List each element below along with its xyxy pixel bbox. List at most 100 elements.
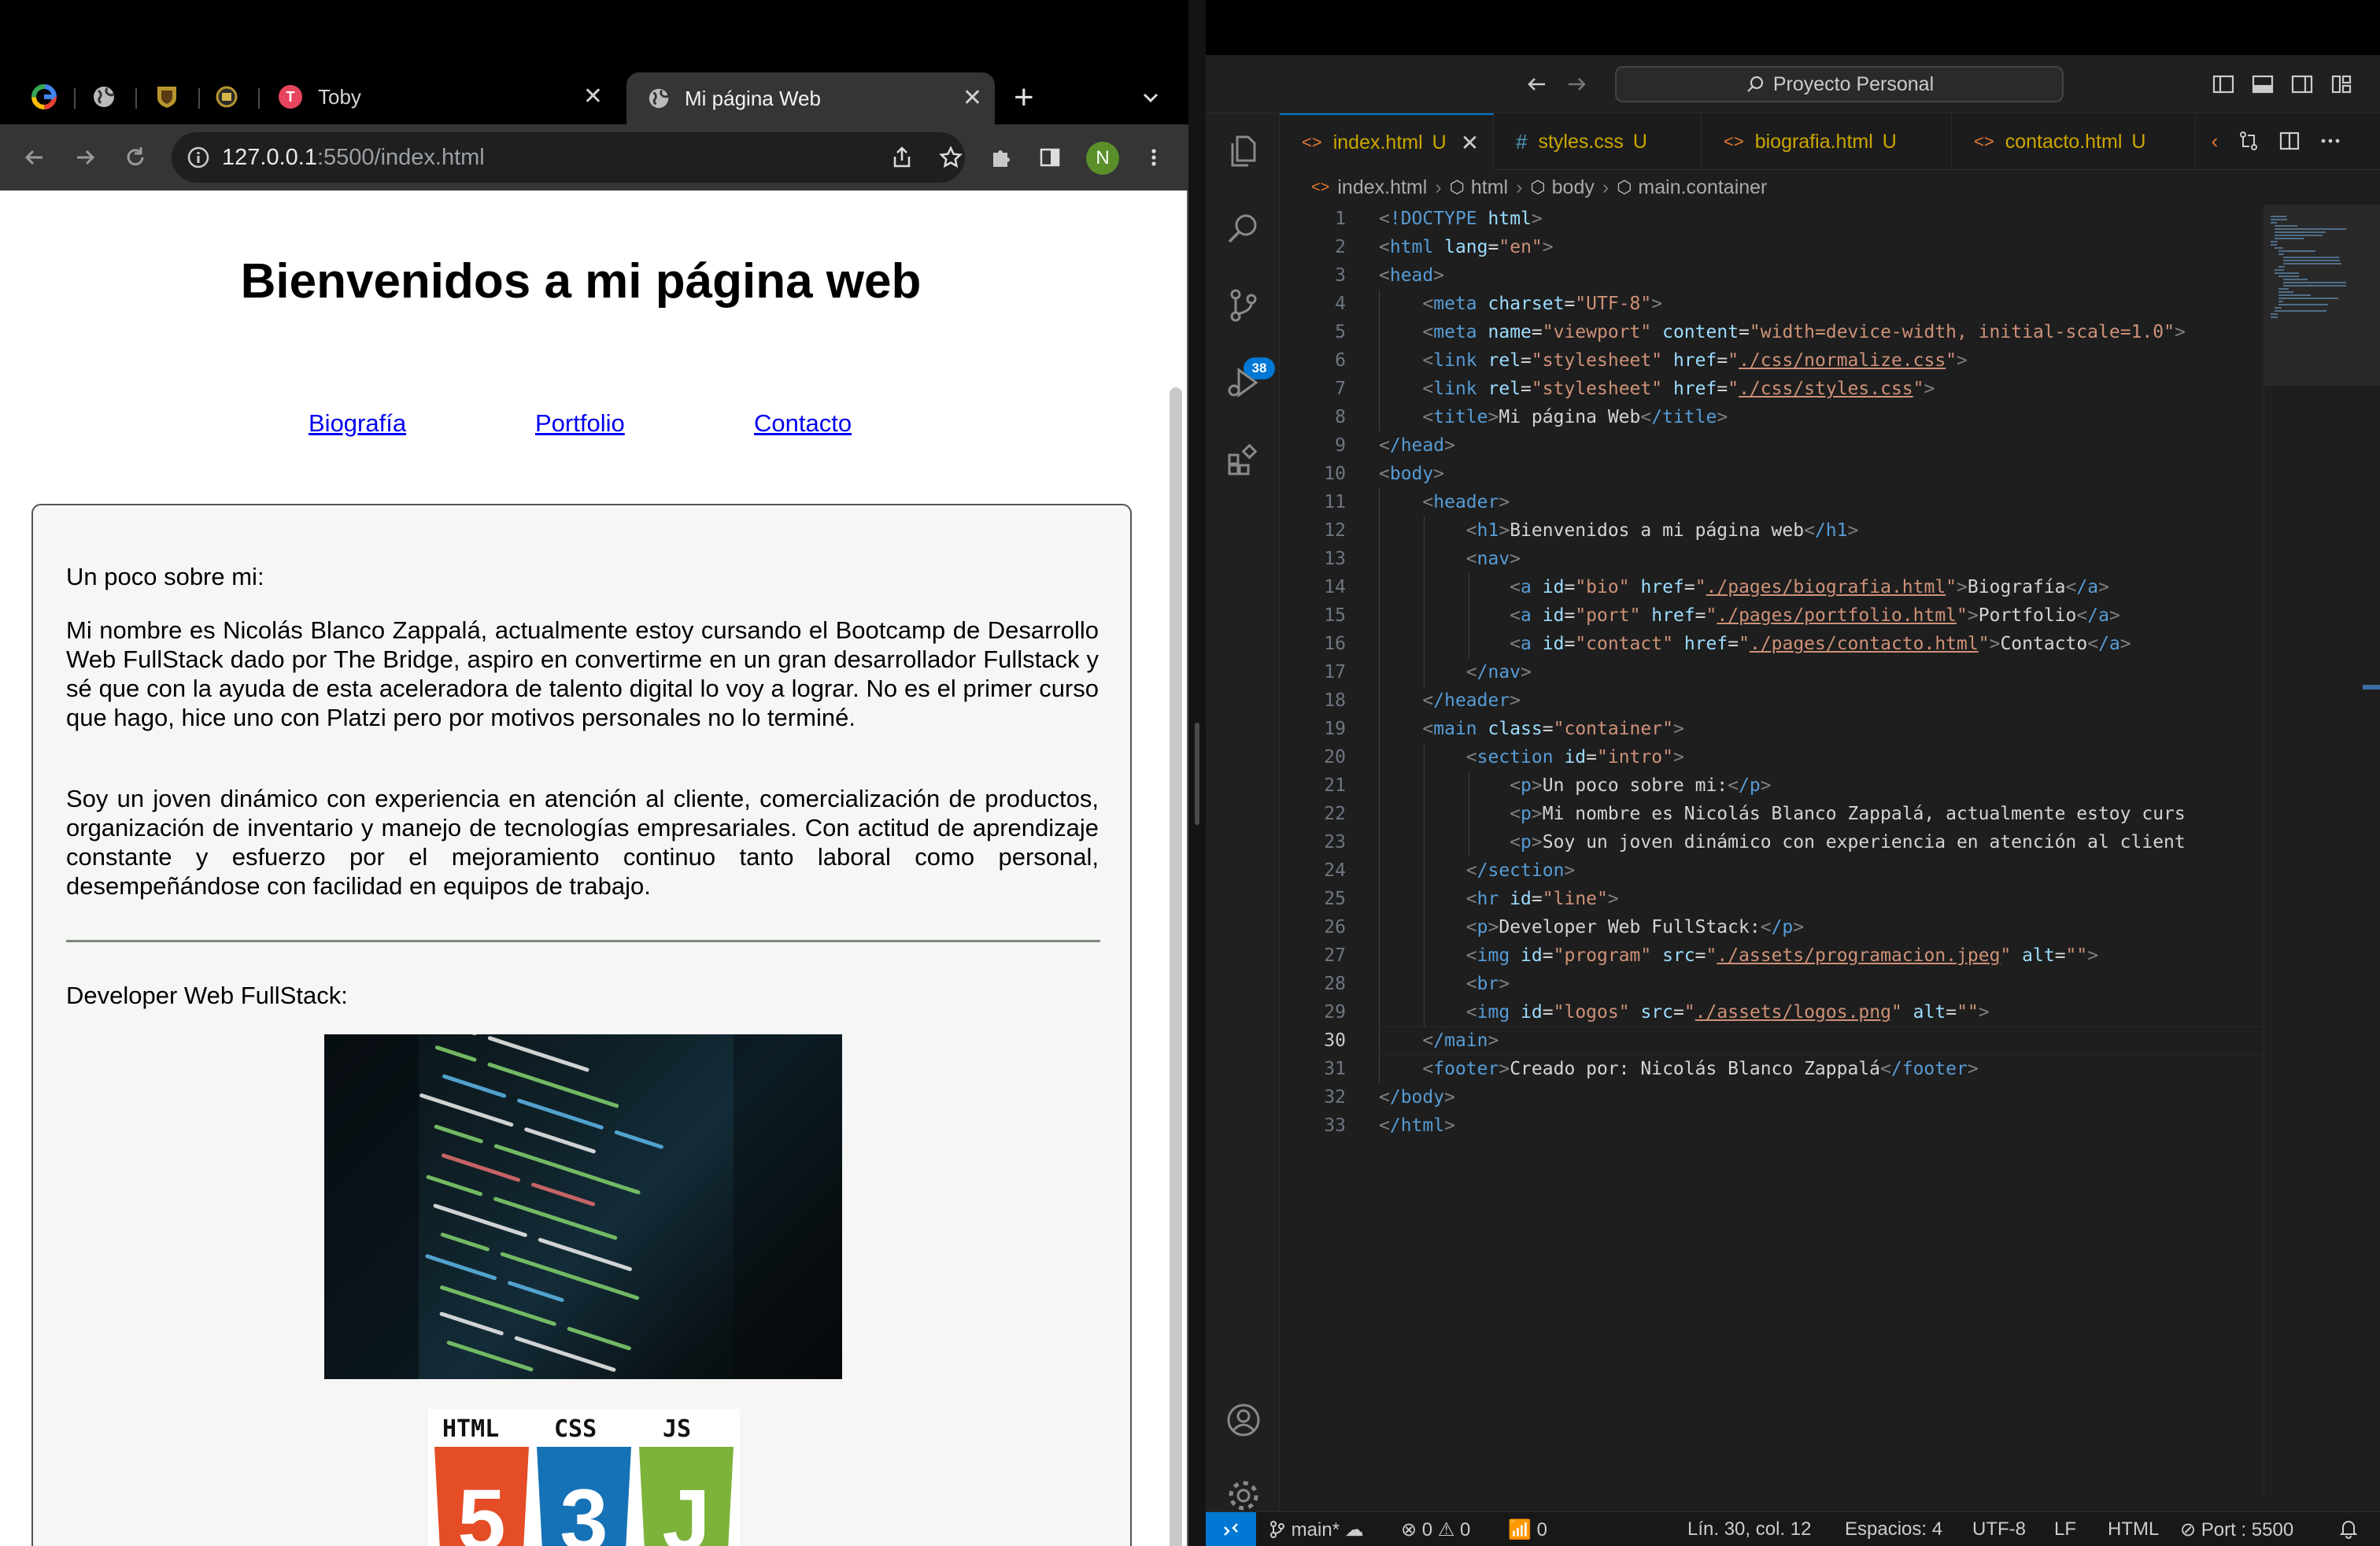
indentation[interactable]: Espacios: 4 xyxy=(1845,1518,1942,1540)
code-line[interactable]: 5 <meta name="viewport" content="width=d… xyxy=(1280,318,2186,346)
close-tab-icon[interactable]: ✕ xyxy=(583,85,603,109)
problems-status[interactable]: ⊗ 0 ⚠ 0 xyxy=(1401,1518,1470,1541)
pinned-tab-google[interactable] xyxy=(28,79,60,115)
code-line[interactable]: 6 <link rel="stylesheet" href="./css/nor… xyxy=(1280,346,1968,375)
site-info-icon[interactable] xyxy=(186,145,211,170)
toggle-primary-sidebar[interactable] xyxy=(2210,71,2237,98)
accounts-button[interactable] xyxy=(1221,1398,1266,1442)
code-line[interactable]: 16 <a id="contact" href="./pages/contact… xyxy=(1280,630,2131,658)
code-line[interactable]: 25 <hr id="line"> xyxy=(1280,885,1618,913)
code-line[interactable]: 22 <p>Mi nombre es Nicolás Blanco Zappal… xyxy=(1280,800,2185,828)
pinned-tab-badge[interactable] xyxy=(211,79,242,115)
page-scrollbar[interactable] xyxy=(1170,387,1182,1546)
code-line[interactable]: 4 <meta charset="UTF-8"> xyxy=(1280,290,1662,318)
minimap[interactable] xyxy=(2264,205,2380,1496)
cursor-position[interactable]: Lín. 30, col. 12 xyxy=(1687,1518,1811,1540)
code-line[interactable]: 8 <title>Mi página Web</title> xyxy=(1280,403,1728,431)
toggle-secondary-sidebar[interactable] xyxy=(2289,71,2315,98)
code-line[interactable]: 33 </html> xyxy=(1280,1111,1455,1140)
end-of-line[interactable]: LF xyxy=(2054,1518,2076,1540)
side-panel-button[interactable] xyxy=(1033,140,1067,175)
nav-link-contacto[interactable]: Contacto xyxy=(754,409,852,438)
code-line[interactable]: 31 <footer>Creado por: Nicolás Blanco Za… xyxy=(1280,1055,1978,1083)
code-line[interactable]: 30 </main> xyxy=(1280,1026,1499,1055)
branch-status[interactable]: main* ☁ xyxy=(1269,1518,1364,1541)
run-debug-view[interactable] xyxy=(1221,361,1266,405)
code-line[interactable]: 29 <img id="logos" src="./assets/logos.p… xyxy=(1280,998,1989,1026)
search-view[interactable] xyxy=(1221,206,1266,250)
code-line[interactable]: 3 <head> xyxy=(1280,261,1444,290)
command-center[interactable]: Proyecto Personal xyxy=(1615,66,2064,102)
pinned-tab-crest[interactable] xyxy=(151,79,183,115)
pinned-tab-web[interactable] xyxy=(88,79,120,115)
compare-changes-button[interactable] xyxy=(2235,128,2262,154)
explorer-view[interactable] xyxy=(1221,129,1266,173)
code-line[interactable]: 20 <section id="intro"> xyxy=(1280,743,1684,771)
code-line[interactable]: 28 <br> xyxy=(1280,970,1510,998)
reload-button[interactable] xyxy=(118,140,153,175)
go-forward-button[interactable] xyxy=(1563,71,1590,98)
code-line[interactable]: 26 <p>Developer Web FullStack:</p> xyxy=(1280,913,1804,941)
code-line[interactable]: 19 <main class="container"> xyxy=(1280,715,1684,743)
language-mode[interactable]: HTML xyxy=(2108,1518,2159,1540)
code-line[interactable]: 21 <p>Un poco sobre mi:</p> xyxy=(1280,771,1771,800)
code-line[interactable]: 17 </nav> xyxy=(1280,658,1532,686)
code-line[interactable]: 18 </header> xyxy=(1280,686,1521,715)
ports-status[interactable]: 📶 0 xyxy=(1508,1518,1547,1541)
new-tab-button[interactable]: + xyxy=(1014,80,1034,115)
close-icon[interactable]: ✕ xyxy=(1461,130,1479,156)
tab-index-html[interactable]: <> index.html U ✕ xyxy=(1280,113,1494,170)
source-control-view[interactable] xyxy=(1221,283,1266,327)
nav-link-portfolio[interactable]: Portfolio xyxy=(535,409,625,438)
code-line[interactable]: 2 <html lang="en"> xyxy=(1280,233,1554,261)
tab-contacto-html[interactable]: <> contacto.html U xyxy=(1952,113,2196,170)
go-back-button[interactable] xyxy=(1524,71,1550,98)
code-line[interactable]: 27 <img id="program" src="./assets/progr… xyxy=(1280,941,2098,970)
tab-styles-css[interactable]: # styles.css U xyxy=(1494,113,1702,170)
code-line[interactable]: 23 <p>Soy un joven dinámico con experien… xyxy=(1280,828,2185,856)
breadcrumb-file[interactable]: index.html xyxy=(1337,176,1427,199)
back-button[interactable] xyxy=(17,140,52,175)
encoding[interactable]: UTF-8 xyxy=(1972,1518,2026,1540)
tab-search-button[interactable] xyxy=(1140,87,1162,109)
forward-button[interactable] xyxy=(68,140,102,175)
notifications-button[interactable] xyxy=(2339,1518,2358,1544)
code-line[interactable]: 12 <h1>Bienvenidos a mi página web</h1> xyxy=(1280,516,1858,545)
split-resize-handle[interactable] xyxy=(1195,723,1199,825)
code-line[interactable]: 15 <a id="port" href="./pages/portfolio.… xyxy=(1280,601,2120,630)
more-tabs-indicator[interactable]: ‹ xyxy=(2205,128,2224,154)
editor-more-actions[interactable] xyxy=(2317,128,2344,154)
toggle-panel[interactable] xyxy=(2249,71,2276,98)
tab-biografia-html[interactable]: <> biografia.html U xyxy=(1702,113,1952,170)
code-line[interactable]: 1 <!DOCTYPE html> xyxy=(1280,205,1543,233)
share-button[interactable] xyxy=(885,140,919,175)
code-line[interactable]: 14 <a id="bio" href="./pages/biografia.h… xyxy=(1280,573,2109,601)
code-line[interactable]: 13 <nav> xyxy=(1280,545,1521,573)
remote-indicator[interactable] xyxy=(1206,1512,1256,1546)
profile-avatar[interactable]: N xyxy=(1086,142,1119,175)
code-line[interactable]: 32 </body> xyxy=(1280,1083,1455,1111)
tab-mi-pagina-web[interactable]: Mi página Web ✕ xyxy=(626,72,995,124)
code-line[interactable]: 24 </section> xyxy=(1280,856,1575,885)
page-nav: Biografía Portfolio Contacto xyxy=(0,409,1162,449)
tab-separator xyxy=(74,88,76,109)
code-line[interactable]: 11 <header> xyxy=(1280,488,1510,516)
breadcrumb-body[interactable]: body xyxy=(1552,176,1595,199)
extensions-button[interactable] xyxy=(984,140,1018,175)
breadcrumb-html[interactable]: html xyxy=(1471,176,1508,199)
close-tab-icon[interactable]: ✕ xyxy=(963,87,982,110)
code-line[interactable]: 9 </head> xyxy=(1280,431,1455,460)
customize-layout[interactable] xyxy=(2328,71,2355,98)
bookmark-button[interactable] xyxy=(933,140,968,175)
code-editor[interactable]: 1 <!DOCTYPE html> 2 <html lang="en"> 3 <head>… xyxy=(1280,205,2264,1496)
extensions-view[interactable] xyxy=(1221,438,1266,482)
address-bar[interactable]: 127.0.0.1:5500/index.html xyxy=(172,132,965,183)
breadcrumb-main[interactable]: main.container xyxy=(1638,176,1767,199)
code-line[interactable]: 7 <link rel="stylesheet" href="./css/sty… xyxy=(1280,375,1935,403)
split-editor-button[interactable] xyxy=(2276,128,2303,154)
nav-link-biografia[interactable]: Biografía xyxy=(309,409,406,438)
browser-menu-button[interactable] xyxy=(1136,140,1171,175)
live-server-status[interactable]: ⊘ Port : 5500 xyxy=(2180,1518,2293,1541)
tab-toby[interactable]: T Toby ✕ xyxy=(271,79,615,115)
code-line[interactable]: 10 <body> xyxy=(1280,460,1444,488)
